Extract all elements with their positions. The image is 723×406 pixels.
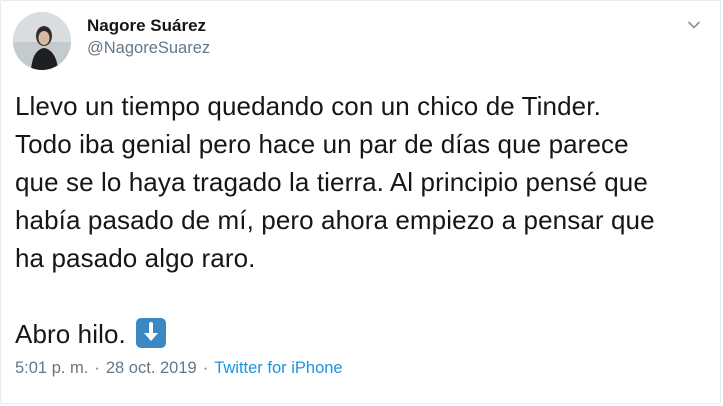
author-display-name[interactable]: Nagore Suárez [87, 15, 210, 37]
avatar[interactable] [13, 12, 71, 70]
author-block: Nagore Suárez @NagoreSuarez [87, 15, 210, 59]
author-handle[interactable]: @NagoreSuarez [87, 37, 210, 59]
meta-separator: · [94, 359, 100, 377]
avatar-image [13, 12, 71, 70]
meta-separator: · [202, 359, 209, 377]
tweet-time[interactable]: 5:01 p. m. [15, 357, 88, 379]
tweet-paragraph-2-text: Abro hilo. [15, 319, 126, 349]
down-arrow-emoji-icon [135, 318, 166, 348]
tweet-text: Llevo un tiempo quedando con un chico de… [15, 87, 705, 353]
tweet-date[interactable]: 28 oct. 2019 [106, 357, 197, 379]
tweet-card: Nagore Suárez @NagoreSuarez Llevo un tie… [0, 0, 721, 404]
tweet-paragraph-1: Llevo un tiempo quedando con un chico de… [15, 91, 655, 273]
tweet-meta: 5:01 p. m. · 28 oct. 2019 · Twitter for … [15, 357, 343, 379]
tweet-source-link[interactable]: Twitter for iPhone [214, 357, 342, 379]
chevron-down-icon[interactable] [686, 17, 702, 33]
tweet-paragraph-2: Abro hilo. [15, 315, 705, 353]
